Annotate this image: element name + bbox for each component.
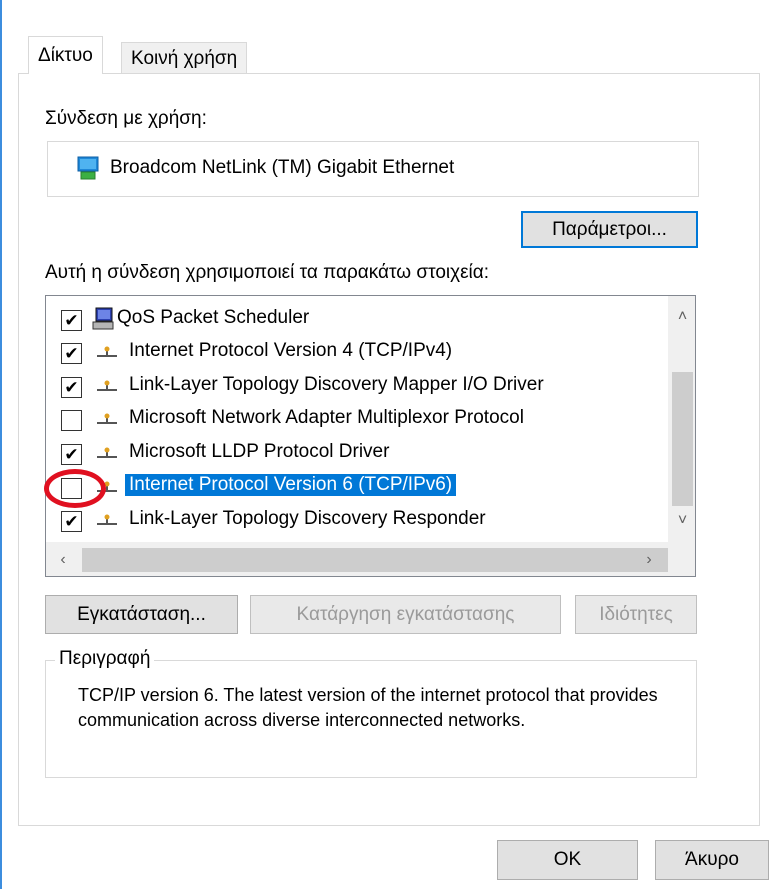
checkbox[interactable]: ✔ xyxy=(61,310,82,331)
list-item-label: Link-Layer Topology Discovery Mapper I/O… xyxy=(129,374,544,395)
adapter-box: Broadcom NetLink (TM) Gigabit Ethernet xyxy=(47,141,699,197)
tab-sharing-label: Κοινή χρήση xyxy=(131,48,238,69)
list-item-label: Microsoft LLDP Protocol Driver xyxy=(129,441,390,462)
checkbox[interactable] xyxy=(61,410,82,431)
protocol-icon xyxy=(97,447,117,458)
tab-network-label: Δίκτυο xyxy=(38,45,93,66)
adapter-name: Broadcom NetLink (TM) Gigabit Ethernet xyxy=(110,157,455,178)
install-button[interactable]: Εγκατάσταση... xyxy=(45,595,238,634)
horizontal-scroll-thumb[interactable] xyxy=(82,548,668,572)
list-item-label: Internet Protocol Version 6 (TCP/IPv6) xyxy=(125,474,457,496)
description-text: TCP/IP version 6. The latest version of … xyxy=(78,685,658,730)
configure-button[interactable]: Παράμετροι... xyxy=(521,211,698,248)
scheduler-icon xyxy=(92,307,114,330)
tab-network[interactable]: Δίκτυο xyxy=(28,36,103,74)
list-item-label: QoS Packet Scheduler xyxy=(117,307,310,328)
list-item[interactable]: ✔ Link-Layer Topology Discovery Mapper I… xyxy=(46,370,668,403)
properties-button[interactable]: Ιδιότητες xyxy=(575,595,697,634)
list-item-label: Microsoft Network Adapter Multiplexor Pr… xyxy=(129,407,524,428)
protocol-icon xyxy=(97,346,117,357)
checkbox[interactable]: ✔ xyxy=(61,444,82,465)
list-item[interactable]: ✔ Link-Layer Topology Discovery Responde… xyxy=(46,504,668,537)
description-title: Περιγραφή xyxy=(55,648,155,670)
list-item-label: Internet Protocol Version 4 (TCP/IPv4) xyxy=(129,340,453,361)
window-edge xyxy=(0,0,2,889)
list-item[interactable]: ✔ Microsoft LLDP Protocol Driver xyxy=(46,437,668,470)
list-item-label: Link-Layer Topology Discovery Responder xyxy=(129,508,486,529)
checkbox[interactable]: ✔ xyxy=(61,377,82,398)
list-item-selected[interactable]: Internet Protocol Version 6 (TCP/IPv6) xyxy=(46,471,668,504)
components-list[interactable]: ✔ QoS Packet Scheduler ✔ Internet Protoc… xyxy=(45,295,696,577)
annotation-circle xyxy=(44,469,106,508)
network-adapter-icon xyxy=(77,156,99,180)
items-label: Αυτή η σύνδεση χρησιμοποιεί τα παρακάτω … xyxy=(45,262,490,283)
scroll-right-icon[interactable]: › xyxy=(636,548,662,572)
tab-sharing[interactable]: Κοινή χρήση xyxy=(121,42,248,74)
uninstall-button[interactable]: Κατάργηση εγκατάστασης xyxy=(250,595,561,634)
list-item[interactable]: ✔ Internet Protocol Version 4 (TCP/IPv4) xyxy=(46,336,668,369)
vertical-scroll-thumb[interactable] xyxy=(672,372,693,506)
scroll-left-icon[interactable]: ‹ xyxy=(50,548,76,572)
ok-button[interactable]: OK xyxy=(497,840,638,880)
protocol-icon xyxy=(97,380,117,391)
list-item[interactable]: ✔ QoS Packet Scheduler xyxy=(46,303,668,336)
scroll-down-icon[interactable]: ˅ xyxy=(668,508,695,534)
list-item[interactable]: Microsoft Network Adapter Multiplexor Pr… xyxy=(46,403,668,436)
protocol-icon xyxy=(97,413,117,424)
protocol-icon xyxy=(97,514,117,525)
connect-using-label: Σύνδεση με χρήση: xyxy=(45,108,207,129)
checkbox[interactable]: ✔ xyxy=(61,511,82,532)
cancel-button[interactable]: Άκυρο xyxy=(655,840,769,880)
checkbox[interactable]: ✔ xyxy=(61,343,82,364)
scroll-up-icon[interactable]: ˄ xyxy=(668,304,695,330)
